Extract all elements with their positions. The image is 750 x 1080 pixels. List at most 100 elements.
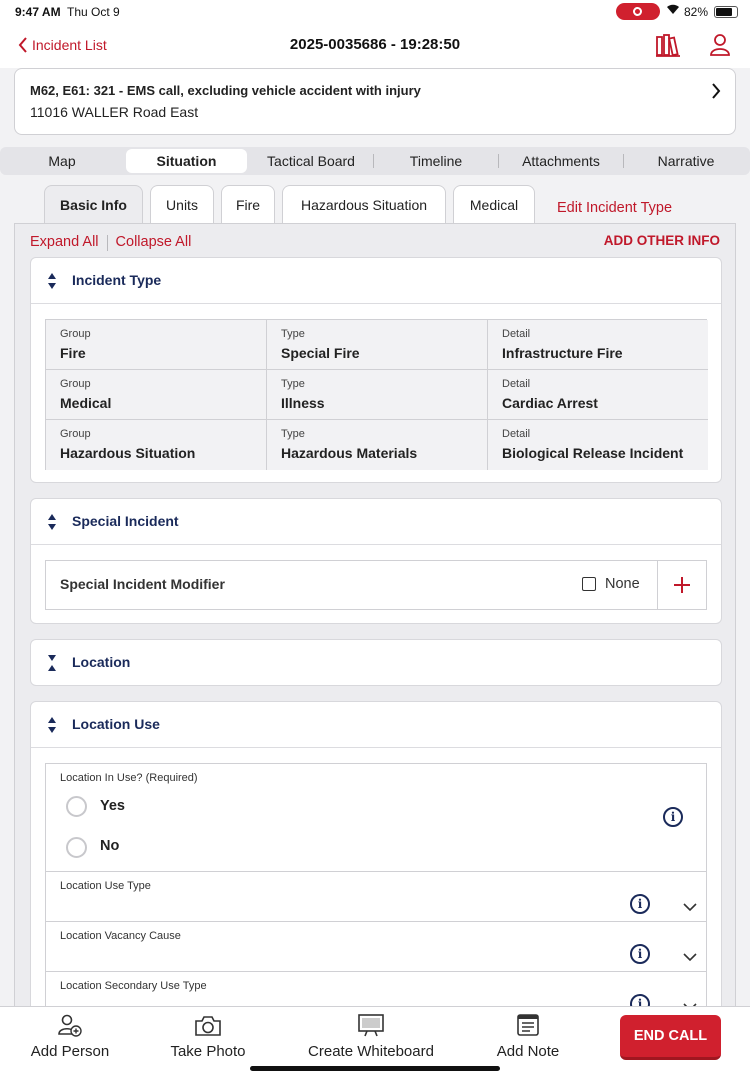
collapse-arrows-icon [47, 272, 57, 295]
modifier-label: Special Incident Modifier [60, 576, 225, 592]
whiteboard-icon [298, 1011, 444, 1037]
status-bar: 9:47 AM Thu Oct 9 82% [0, 0, 750, 24]
create-whiteboard-label: Create Whiteboard [308, 1043, 434, 1060]
special-incident-section: Special Incident Special Incident Modifi… [30, 498, 722, 624]
section-title: Location [72, 654, 131, 670]
end-call-button[interactable]: END CALL [620, 1015, 721, 1060]
collapse-all-link[interactable]: Collapse All [116, 234, 192, 251]
add-other-info-link[interactable]: ADD OTHER INFO [604, 233, 720, 248]
basic-info-panel: Expand All Collapse All ADD OTHER INFO I… [14, 223, 736, 1006]
collapse-arrows-icon [47, 716, 57, 739]
location-section: Location [30, 639, 722, 686]
note-icon [482, 1011, 574, 1037]
back-button[interactable]: Incident List [18, 37, 107, 53]
cell-value: Special Fire [281, 345, 360, 361]
divider [657, 561, 658, 609]
chevron-down-icon[interactable] [683, 899, 697, 917]
chevron-down-icon[interactable] [683, 999, 697, 1006]
cell-value: Hazardous Situation [60, 445, 196, 461]
edit-incident-type-link[interactable]: Edit Incident Type [557, 200, 672, 216]
status-time: 9:47 AM [15, 5, 61, 19]
cell-key: Type [281, 428, 305, 440]
grid-cell: Detail Biological Release Incident [488, 420, 708, 470]
create-whiteboard-button[interactable]: Create Whiteboard [298, 1011, 444, 1060]
add-icon[interactable] [672, 575, 692, 600]
subtab-basic-info[interactable]: Basic Info [44, 185, 143, 223]
add-person-button[interactable]: Add Person [22, 1011, 118, 1060]
subtab-fire[interactable]: Fire [221, 185, 275, 223]
special-incident-modifier-row: Special Incident Modifier None [45, 560, 707, 610]
cell-value: Medical [60, 395, 112, 411]
location-use-type-field[interactable]: Location Use Type i [45, 872, 707, 922]
info-icon[interactable]: i [630, 944, 650, 964]
incident-type-header[interactable]: Incident Type [31, 258, 721, 304]
cell-value: Hazardous Materials [281, 445, 418, 461]
info-icon[interactable]: i [630, 894, 650, 914]
wifi-icon [666, 3, 680, 18]
section-title: Location Use [72, 716, 160, 732]
cell-key: Group [60, 378, 91, 390]
cell-key: Detail [502, 428, 531, 440]
chevron-down-icon[interactable] [683, 949, 697, 967]
books-icon[interactable] [655, 33, 681, 62]
page-title: 2025-0035686 - 19:28:50 [289, 36, 461, 53]
cell-key: Type [281, 328, 305, 340]
yes-label: Yes [100, 798, 125, 814]
cell-key: Detail [502, 378, 531, 390]
location-vacancy-cause-field[interactable]: Location Vacancy Cause i [45, 922, 707, 972]
grid-cell: Group Hazardous Situation [46, 420, 267, 470]
navigation-bar: 2025-0035686 - 19:28:50 Incident List [0, 24, 750, 68]
take-photo-label: Take Photo [170, 1043, 246, 1060]
incident-type-grid: Group Fire Type Special Fire Detail Infrast… [45, 319, 708, 470]
cell-key: Group [60, 428, 91, 440]
subtab-medical[interactable]: Medical [453, 185, 535, 223]
cell-key: Group [60, 328, 91, 340]
main-tabs: Map Situation Tactical Board Timeline At… [0, 147, 750, 175]
user-profile-icon[interactable] [709, 33, 731, 62]
no-radio[interactable] [66, 837, 87, 858]
tab-timeline[interactable]: Timeline [374, 147, 498, 175]
section-title: Special Incident [72, 513, 179, 529]
expand-collapse-controls: Expand All Collapse All [30, 234, 191, 251]
none-label: None [605, 576, 640, 592]
incident-summary-card[interactable]: M62, E61: 321 - EMS call, excluding vehi… [14, 68, 736, 135]
tab-situation[interactable]: Situation [126, 149, 247, 173]
grid-cell: Type Special Fire [267, 320, 488, 370]
incident-address: 11016 WALLER Road East [30, 104, 199, 120]
special-incident-header[interactable]: Special Incident [31, 499, 721, 545]
expand-all-link[interactable]: Expand All [30, 234, 99, 251]
subtab-hazardous-situation[interactable]: Hazardous Situation [282, 185, 446, 223]
field-label: Location Secondary Use Type [60, 980, 207, 992]
home-indicator[interactable] [250, 1066, 500, 1071]
add-note-button[interactable]: Add Note [482, 1011, 574, 1060]
cell-value: Fire [60, 345, 86, 361]
grid-cell: Detail Cardiac Arrest [488, 370, 708, 420]
info-icon[interactable]: i [630, 994, 650, 1006]
chevron-right-icon [711, 83, 721, 104]
cell-value: Cardiac Arrest [502, 395, 598, 411]
section-title: Incident Type [72, 272, 162, 288]
field-label: Location Use Type [60, 880, 151, 892]
location-header[interactable]: Location [31, 640, 721, 686]
tab-map[interactable]: Map [0, 147, 124, 175]
incident-type-section: Incident Type Group Fire Type Special Fire… [30, 257, 722, 483]
cell-key: Type [281, 378, 305, 390]
expand-arrows-icon [47, 654, 57, 677]
grid-cell: Type Hazardous Materials [267, 420, 488, 470]
take-photo-button[interactable]: Take Photo [160, 1011, 256, 1060]
tab-tactical-board[interactable]: Tactical Board [250, 147, 372, 175]
subtab-units[interactable]: Units [150, 185, 214, 223]
cell-value: Illness [281, 395, 325, 411]
status-date: Thu Oct 9 [67, 5, 120, 19]
battery-icon [714, 6, 738, 18]
grid-cell: Type Illness [267, 370, 488, 420]
yes-radio[interactable] [66, 796, 87, 817]
tab-narrative[interactable]: Narrative [624, 147, 748, 175]
grid-cell: Detail Infrastructure Fire [488, 320, 708, 370]
location-secondary-use-type-field[interactable]: Location Secondary Use Type i [45, 972, 707, 1006]
location-use-header[interactable]: Location Use [31, 702, 721, 748]
collapse-arrows-icon [47, 513, 57, 536]
tab-attachments[interactable]: Attachments [499, 147, 623, 175]
info-icon[interactable]: i [663, 807, 683, 827]
none-checkbox[interactable] [582, 577, 596, 591]
